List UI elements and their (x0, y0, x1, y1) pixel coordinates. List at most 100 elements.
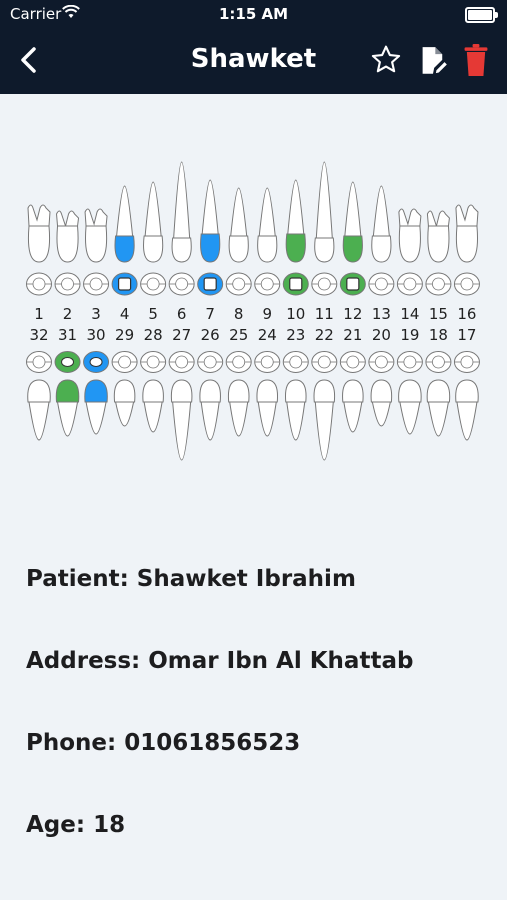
lower-tooth-26[interactable] (199, 379, 221, 441)
upper-tooth-10[interactable] (285, 179, 306, 263)
trash-icon[interactable] (463, 44, 489, 76)
lower-occlusal-29[interactable] (111, 351, 138, 373)
lower-tooth-23[interactable] (284, 379, 307, 441)
upper-tooth-8[interactable] (228, 187, 249, 263)
tooth-number-5: 5 (148, 305, 158, 323)
tooth-number-29: 29 (115, 326, 134, 344)
upper-occlusal-1[interactable] (26, 272, 52, 296)
lower-tooth-17[interactable] (455, 379, 479, 441)
upper-tooth-14[interactable] (398, 208, 422, 263)
lower-occlusal-23[interactable] (282, 351, 309, 373)
tooth-number-4: 4 (120, 305, 130, 323)
upper-occlusal-15[interactable] (425, 272, 452, 296)
lower-tooth-27[interactable] (170, 379, 193, 461)
upper-occlusal-4[interactable] (111, 272, 138, 296)
tooth-number-12: 12 (343, 305, 362, 323)
upper-occlusal-10[interactable] (282, 272, 309, 296)
lower-occlusal-21[interactable] (339, 351, 366, 373)
tooth-number-25: 25 (229, 326, 248, 344)
battery-icon (465, 7, 498, 23)
lower-tooth-22[interactable] (313, 379, 336, 461)
dental-chart: 1 2 3 4 5 6 7 8 9 10 11 12 13 14 15 1632 31 30 29 28 27 26 25 2… (26, 161, 480, 461)
lower-occlusal-20[interactable] (368, 351, 395, 373)
lower-tooth-28[interactable] (142, 379, 164, 433)
upper-tooth-3[interactable] (84, 208, 108, 263)
upper-tooth-1[interactable] (27, 204, 51, 263)
tooth-number-11: 11 (315, 305, 334, 323)
tooth-number-22: 22 (315, 326, 334, 344)
edit-note-icon[interactable] (419, 46, 447, 76)
tooth-number-18: 18 (429, 326, 448, 344)
status-bar: Carrier 1:15 AM (0, 0, 507, 30)
lower-tooth-25[interactable] (227, 379, 250, 437)
patient-phone: Phone: 01061856523 (26, 730, 301, 756)
upper-tooth-5[interactable] (143, 181, 164, 263)
lower-occlusal-30[interactable] (83, 351, 110, 373)
lower-occlusal-22[interactable] (311, 351, 338, 373)
tooth-number-26: 26 (201, 326, 220, 344)
lower-tooth-30[interactable] (84, 379, 108, 435)
upper-tooth-2[interactable] (56, 210, 80, 263)
lower-occlusal-27[interactable] (168, 351, 195, 373)
upper-tooth-4[interactable] (114, 185, 135, 263)
tooth-number-23: 23 (286, 326, 305, 344)
status-time: 1:15 AM (218, 5, 289, 23)
upper-tooth-12[interactable] (342, 181, 363, 263)
tooth-number-1: 1 (34, 305, 44, 323)
upper-tooth-6[interactable] (171, 161, 192, 263)
upper-occlusal-13[interactable] (368, 272, 395, 296)
star-icon[interactable] (369, 44, 403, 76)
tooth-number-17: 17 (457, 326, 476, 344)
tooth-number-20: 20 (372, 326, 391, 344)
upper-tooth-11[interactable] (314, 161, 335, 263)
lower-tooth-21[interactable] (342, 379, 364, 433)
tooth-number-21: 21 (343, 326, 362, 344)
tooth-number-27: 27 (172, 326, 191, 344)
lower-tooth-20[interactable] (370, 379, 393, 427)
upper-tooth-7[interactable] (200, 179, 221, 263)
lower-tooth-18[interactable] (426, 379, 451, 437)
lower-occlusal-17[interactable] (453, 351, 480, 373)
tooth-number-24: 24 (258, 326, 277, 344)
lower-occlusal-19[interactable] (396, 351, 423, 373)
lower-occlusal-25[interactable] (225, 351, 252, 373)
upper-occlusal-16[interactable] (453, 272, 480, 296)
tooth-number-32: 32 (29, 326, 48, 344)
lower-occlusal-24[interactable] (254, 351, 281, 373)
lower-tooth-32[interactable] (27, 379, 51, 441)
upper-occlusal-11[interactable] (311, 272, 338, 296)
lower-occlusal-32[interactable] (26, 351, 52, 373)
upper-tooth-15[interactable] (426, 210, 450, 263)
lower-tooth-29[interactable] (113, 379, 136, 427)
upper-tooth-9[interactable] (257, 187, 278, 263)
tooth-number-7: 7 (205, 305, 215, 323)
tooth-number-8: 8 (234, 305, 244, 323)
lower-occlusal-18[interactable] (425, 351, 452, 373)
upper-occlusal-5[interactable] (140, 272, 167, 296)
upper-occlusal-12[interactable] (339, 272, 366, 296)
upper-occlusal-14[interactable] (396, 272, 423, 296)
tooth-number-2: 2 (63, 305, 73, 323)
upper-occlusal-6[interactable] (168, 272, 195, 296)
tooth-number-15: 15 (429, 305, 448, 323)
upper-tooth-13[interactable] (371, 185, 392, 263)
upper-occlusal-7[interactable] (197, 272, 224, 296)
upper-occlusal-3[interactable] (83, 272, 110, 296)
patient-age: Age: 18 (26, 812, 126, 838)
tooth-number-6: 6 (177, 305, 187, 323)
upper-occlusal-9[interactable] (254, 272, 281, 296)
tooth-number-30: 30 (87, 326, 106, 344)
upper-occlusal-2[interactable] (54, 272, 81, 296)
tooth-number-13: 13 (372, 305, 391, 323)
tooth-number-3: 3 (91, 305, 101, 323)
upper-tooth-16[interactable] (455, 204, 479, 263)
tooth-number-10: 10 (286, 305, 305, 323)
lower-occlusal-26[interactable] (197, 351, 224, 373)
lower-tooth-24[interactable] (256, 379, 279, 437)
lower-occlusal-31[interactable] (54, 351, 81, 373)
lower-occlusal-28[interactable] (140, 351, 167, 373)
tooth-number-28: 28 (144, 326, 163, 344)
upper-occlusal-8[interactable] (225, 272, 252, 296)
lower-tooth-19[interactable] (398, 379, 422, 435)
lower-tooth-31[interactable] (55, 379, 80, 437)
